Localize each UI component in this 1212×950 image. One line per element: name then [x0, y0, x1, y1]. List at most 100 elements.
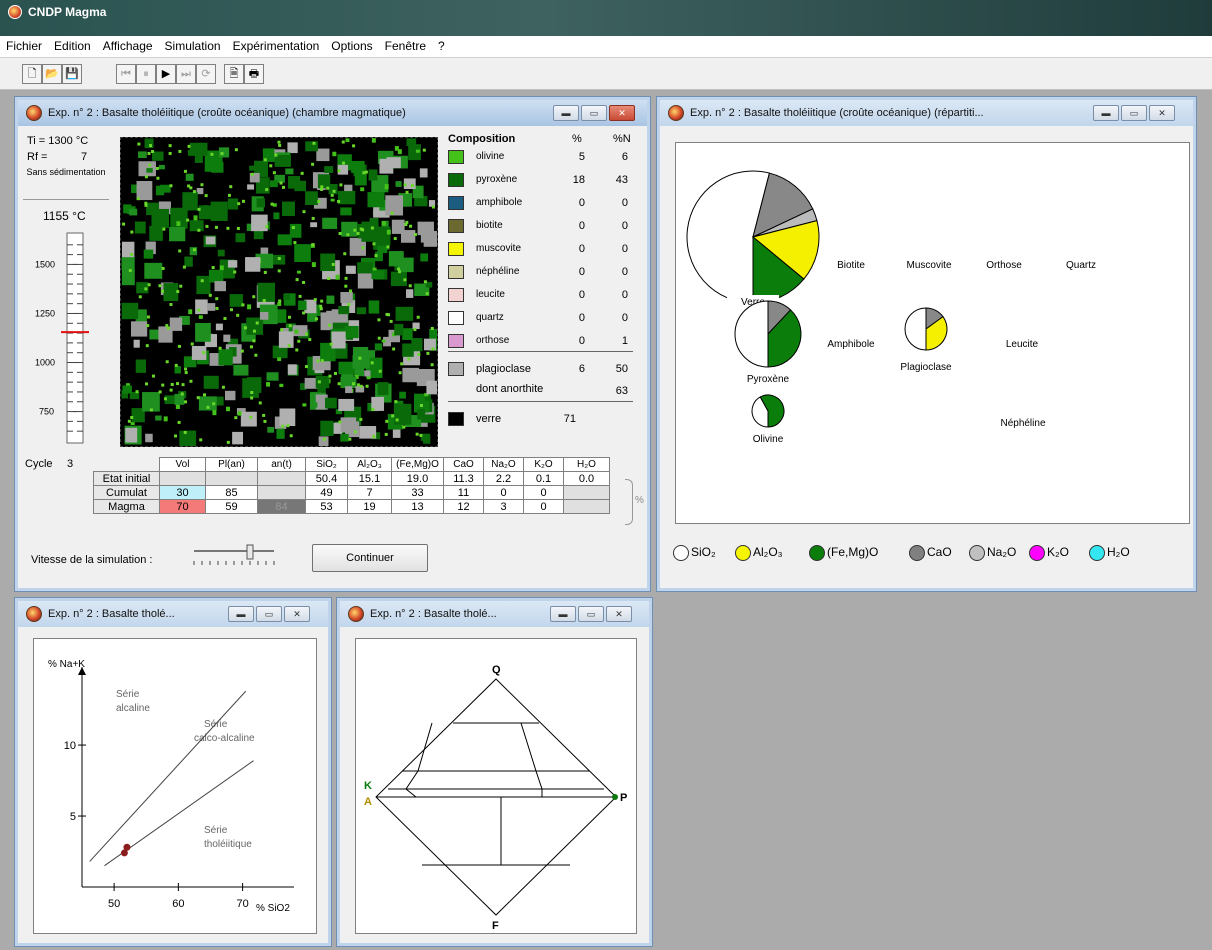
skip-to-start-icon[interactable]: ⏮ [116, 64, 136, 84]
maximize-icon[interactable]: ▭ [256, 606, 282, 622]
olivine-crystal [311, 216, 315, 220]
new-document-icon[interactable]: 🗋 [22, 64, 42, 84]
minimize-icon[interactable]: ▬ [553, 105, 579, 121]
crystal [341, 374, 354, 384]
table-cell: 19 [347, 499, 392, 514]
mineral-name: quartz [476, 312, 504, 323]
print-preview-icon[interactable]: 🗎 [224, 64, 244, 84]
chamber-body: Ti = 1300 °C Rf = 7 Sans sédimentation 1… [23, 129, 644, 583]
rf-label: Rf = [27, 151, 48, 163]
menu-edition[interactable]: Edition [48, 36, 97, 53]
slider-thumb[interactable] [246, 544, 254, 560]
menu-fenetre[interactable]: Fenêtre [379, 36, 432, 53]
olivine-crystal [165, 324, 169, 328]
olivine-crystal [331, 262, 335, 266]
close-icon[interactable]: ✕ [284, 606, 310, 622]
crystal [193, 215, 198, 221]
distribution-window-titlebar[interactable]: Exp. n° 2 : Basalte tholéiitique (croûte… [660, 100, 1193, 126]
crystal [338, 398, 355, 411]
olivine-crystal [269, 164, 273, 168]
olivine-crystal [176, 290, 180, 294]
table-cell: 11.3 [443, 471, 484, 486]
qapf-window-titlebar[interactable]: Exp. n° 2 : Basalte tholé... ▬ ▭ ✕ [340, 601, 649, 627]
crystal [331, 331, 346, 349]
minimize-icon[interactable]: ▬ [1093, 105, 1119, 121]
maximize-icon[interactable]: ▭ [581, 105, 607, 121]
minimize-icon[interactable]: ▬ [228, 606, 254, 622]
sedimentation-toggle[interactable]: Sans sédimentation [25, 167, 107, 177]
olivine-crystal [286, 424, 290, 428]
minimize-icon[interactable]: ▬ [550, 606, 576, 622]
crystal [344, 184, 353, 192]
crystal [371, 138, 376, 143]
olivine-crystal [413, 328, 417, 332]
qapf-div-2 [520, 722, 543, 797]
close-icon[interactable]: ✕ [609, 105, 635, 121]
save-icon[interactable]: 💾 [62, 64, 82, 84]
olivine-crystal [237, 202, 241, 206]
olivine-crystal [329, 342, 333, 346]
verre-label: verre [476, 413, 502, 425]
olivine-crystal [281, 424, 285, 428]
menu-help[interactable]: ? [432, 36, 451, 53]
crystal [340, 207, 352, 216]
menu-affichage[interactable]: Affichage [97, 36, 159, 53]
skip-to-end-icon[interactable]: ⏭ [176, 64, 196, 84]
olivine-crystal [330, 193, 334, 197]
olivine-crystal [192, 248, 196, 252]
anorthite-pctn: 63 [615, 385, 628, 397]
olivine-crystal [346, 233, 350, 237]
print-icon[interactable]: 🖶 [244, 64, 264, 84]
olivine-crystal [254, 353, 258, 357]
maximize-icon[interactable]: ▭ [578, 606, 604, 622]
continue-button[interactable]: Continuer [312, 544, 428, 572]
speed-slider[interactable] [190, 543, 280, 569]
y-tick-label: 10 [64, 740, 76, 752]
table-cell: 2.2 [483, 471, 524, 486]
olivine-crystal [243, 326, 247, 330]
olivine-crystal [416, 315, 420, 319]
crystal [386, 229, 391, 235]
olivine-crystal [174, 363, 178, 367]
olivine-crystal [425, 292, 429, 296]
menu-simulation[interactable]: Simulation [159, 36, 227, 53]
close-icon[interactable]: ✕ [606, 606, 632, 622]
menu-options[interactable]: Options [325, 36, 378, 53]
olivine-crystal [328, 374, 332, 378]
olivine-crystal [145, 382, 149, 386]
crystal [251, 214, 268, 232]
menu-fichier[interactable]: Fichier [0, 36, 48, 53]
pause-icon[interactable]: ⏸ [136, 64, 156, 84]
crystal [325, 397, 337, 409]
empty-pie-label: Quartz [1066, 260, 1096, 271]
pct-header: % [572, 133, 582, 145]
play-icon[interactable]: ▶ [156, 64, 176, 84]
close-icon[interactable]: ✕ [1149, 105, 1175, 121]
table-cell: 85 [205, 485, 258, 500]
crystal [415, 149, 420, 153]
x-tick-label: 60 [172, 898, 184, 910]
olivine-crystal [289, 434, 293, 438]
chamber-window-titlebar[interactable]: Exp. n° 2 : Basalte tholéiitique (croûte… [18, 100, 647, 126]
olivine-crystal [402, 425, 406, 429]
crystal [335, 274, 340, 280]
olivine-crystal [211, 266, 215, 270]
crystal [218, 349, 233, 366]
olivine-crystal [431, 205, 435, 209]
crystal [203, 375, 219, 389]
crystal [145, 433, 153, 443]
maximize-icon[interactable]: ▭ [1121, 105, 1147, 121]
crystal [267, 426, 275, 433]
crystal [240, 411, 257, 427]
repeat-icon[interactable]: ⟳ [196, 64, 216, 84]
olivine-crystal [270, 202, 274, 206]
crystal [420, 253, 429, 262]
tas-window-titlebar[interactable]: Exp. n° 2 : Basalte tholé... ▬ ▭ ✕ [18, 601, 328, 627]
olivine-crystal [187, 144, 191, 148]
open-folder-icon[interactable]: 📂 [42, 64, 62, 84]
mineral-name: amphibole [476, 197, 523, 208]
crystal [130, 421, 135, 426]
olivine-crystal [278, 299, 282, 303]
menu-experimentation[interactable]: Expérimentation [227, 36, 326, 53]
olivine-crystal [186, 218, 190, 222]
